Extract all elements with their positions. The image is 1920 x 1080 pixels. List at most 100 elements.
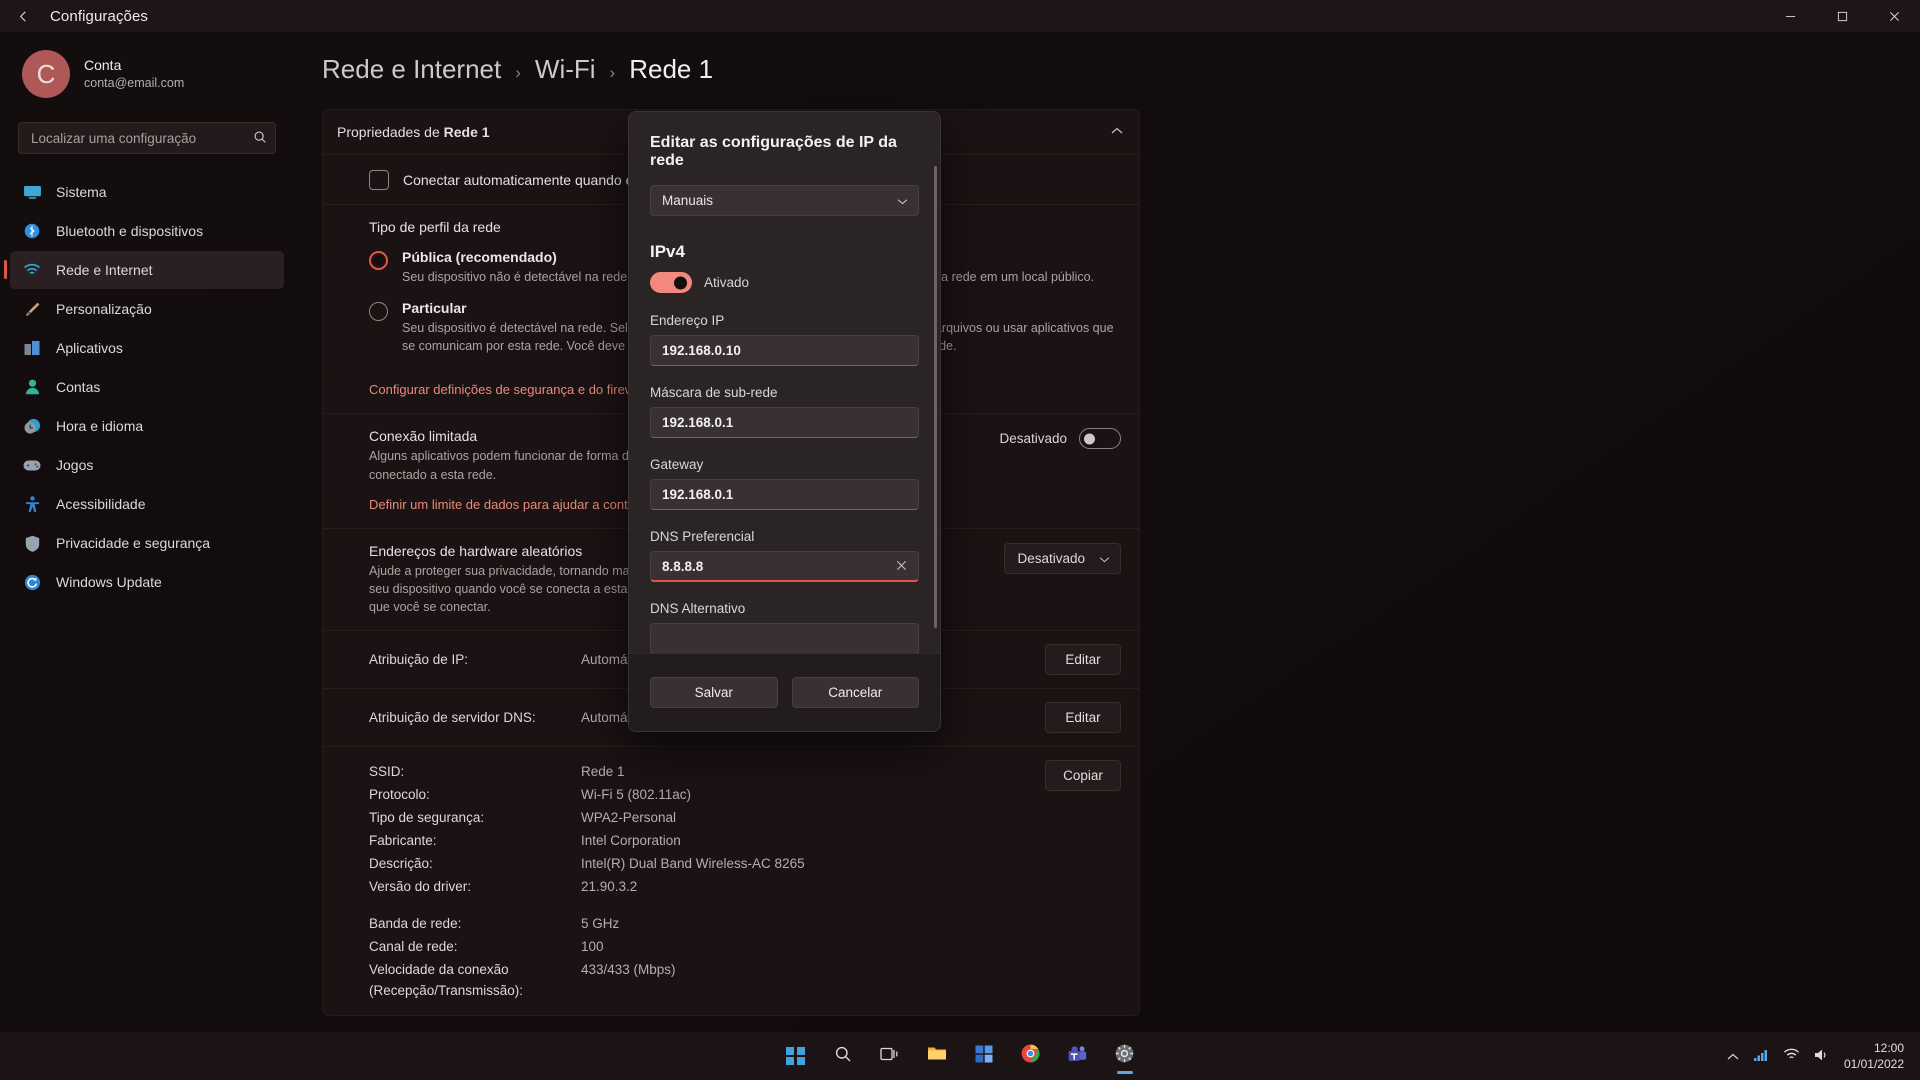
detail-value: Intel Corporation	[581, 833, 681, 848]
sidebar-item-label: Jogos	[56, 457, 94, 473]
sidebar-item-label: Sistema	[56, 184, 107, 200]
account-name: Conta	[84, 57, 122, 74]
radio-public[interactable]	[369, 251, 388, 270]
close-icon[interactable]	[893, 559, 910, 574]
content-area: Rede e Internet › Wi-Fi › Rede 1 Proprie…	[294, 32, 1920, 1048]
search-icon	[834, 1045, 852, 1068]
dialog-scrollbar[interactable]	[934, 166, 937, 628]
detail-value: WPA2-Personal	[581, 810, 677, 825]
update-icon	[22, 572, 42, 592]
metered-toggle-label: Desativado	[999, 431, 1067, 447]
bluetooth-icon	[22, 221, 42, 241]
minimize-button[interactable]	[1764, 0, 1816, 32]
wifi-icon[interactable]	[1783, 1048, 1800, 1064]
edit-dns-assignment-button[interactable]: Editar	[1045, 702, 1121, 733]
avatar: C	[22, 50, 70, 98]
detail-label: Canal de rede:	[369, 939, 458, 954]
ip-mode-select[interactable]: Manuais	[650, 185, 919, 216]
save-button[interactable]: Salvar	[650, 677, 778, 708]
windows-start-icon	[786, 1046, 805, 1066]
dialog-footer: Salvar Cancelar	[629, 653, 940, 731]
detail-row: Fabricante: Intel Corporation	[369, 829, 1045, 852]
sidebar-item-acessibilidade[interactable]: Acessibilidade	[10, 485, 284, 523]
radio-private[interactable]	[369, 302, 388, 322]
sidebar-item-contas[interactable]: Contas	[10, 368, 284, 406]
sidebar-item-jogos[interactable]: Jogos	[10, 446, 284, 484]
close-button[interactable]	[1868, 0, 1920, 32]
random-hardware-select-value: Desativado	[1017, 550, 1085, 566]
sidebar-item-label: Rede e Internet	[56, 262, 153, 278]
breadcrumb-wifi[interactable]: Wi-Fi	[535, 54, 596, 85]
taskbar: 12:00 01/01/2022	[0, 1032, 1920, 1080]
ipv4-toggle[interactable]	[650, 272, 692, 293]
sidebar-item-rede-e-internet[interactable]: Rede e Internet	[4, 251, 284, 289]
copy-details-button[interactable]: Copiar	[1045, 760, 1121, 791]
label-m-scara-de-sub-rede: Máscara de sub-rede	[650, 385, 778, 400]
random-hardware-select[interactable]: Desativado	[1004, 542, 1121, 574]
input-dns-alternativo[interactable]	[650, 623, 919, 653]
detail-label: Tipo de segurança:	[369, 810, 485, 825]
detail-value: 21.90.3.2	[581, 879, 638, 894]
sidebar-item-hora-e-idioma[interactable]: Hora e idioma	[10, 407, 284, 445]
dialog-body: Editar as configurações de IP da rede Ma…	[629, 112, 940, 653]
file-explorer[interactable]	[917, 1036, 957, 1076]
search-box[interactable]	[18, 122, 276, 154]
task-view[interactable]	[870, 1036, 910, 1076]
detail-label: Velocidade da conexão (Recepção/Transmis…	[369, 962, 524, 998]
firewall-settings-link[interactable]: Configurar definições de segurança e do …	[369, 382, 647, 397]
network-icon[interactable]	[1753, 1048, 1769, 1065]
input-m-scara-de-sub-rede[interactable]: 192.168.0.1	[650, 407, 919, 438]
gamepad-icon	[22, 455, 42, 475]
detail-label: Banda de rede:	[369, 916, 462, 931]
detail-row: Tipo de segurança: WPA2-Personal	[369, 806, 1045, 829]
edit-ip-assignment-button[interactable]: Editar	[1045, 644, 1121, 675]
auto-connect-checkbox[interactable]	[369, 170, 389, 190]
volume-icon[interactable]	[1814, 1048, 1830, 1065]
detail-label: SSID:	[369, 764, 405, 779]
account-block[interactable]: C Conta conta@email.com	[0, 50, 294, 116]
breadcrumb-current: Rede 1	[629, 54, 714, 84]
clock-time: 12:00	[1873, 1040, 1904, 1055]
maximize-button[interactable]	[1816, 0, 1868, 32]
detail-label: Fabricante:	[369, 833, 437, 848]
input-dns-preferencial[interactable]: 8.8.8.8	[650, 551, 919, 582]
detail-row: Velocidade da conexão (Recepção/Transmis…	[369, 958, 1045, 1002]
sidebar-item-privacidade-e-seguran-a[interactable]: Privacidade e segurança	[10, 524, 284, 562]
ip-mode-value: Manuais	[662, 193, 714, 208]
sidebar-item-personaliza-o[interactable]: Personalização	[10, 290, 284, 328]
search-icon	[253, 130, 267, 147]
back-button[interactable]	[0, 0, 46, 32]
sidebar-item-label: Contas	[56, 379, 101, 395]
ip-assignment-label: Atribuição de IP:	[369, 652, 469, 667]
sidebar-item-label: Windows Update	[56, 574, 162, 590]
metered-toggle[interactable]	[1079, 428, 1121, 450]
ipv4-toggle-row[interactable]: Ativado	[650, 272, 919, 293]
taskbar-search[interactable]	[823, 1036, 863, 1076]
sidebar-item-sistema[interactable]: Sistema	[10, 173, 284, 211]
detail-label: Protocolo:	[369, 787, 430, 802]
cancel-button[interactable]: Cancelar	[791, 677, 919, 708]
sidebar-item-windows-update[interactable]: Windows Update	[10, 563, 284, 601]
search-input[interactable]	[31, 130, 253, 146]
chrome[interactable]	[1011, 1036, 1051, 1076]
network-details-row: SSID: Rede 1 Protocolo: Wi-Fi 5 (802.11ac) T…	[323, 746, 1139, 1015]
breadcrumb-root[interactable]: Rede e Internet	[322, 54, 501, 85]
settings[interactable]	[1105, 1036, 1145, 1076]
start-button[interactable]	[776, 1036, 816, 1076]
detail-row: Protocolo: Wi-Fi 5 (802.11ac)	[369, 783, 1045, 806]
value-dns-preferencial: 8.8.8.8	[662, 558, 704, 574]
sidebar-item-aplicativos[interactable]: Aplicativos	[10, 329, 284, 367]
sidebar-item-bluetooth-e-dispositivos[interactable]: Bluetooth e dispositivos	[10, 212, 284, 250]
taskbar-clock[interactable]: 12:00 01/01/2022	[1844, 1040, 1904, 1072]
chevron-up-icon[interactable]	[1111, 126, 1123, 138]
microsoft-store[interactable]	[964, 1036, 1004, 1076]
wifi-icon	[22, 260, 42, 280]
tray-chevron-icon[interactable]	[1727, 1049, 1739, 1064]
input-gateway[interactable]: 192.168.0.1	[650, 479, 919, 510]
teams[interactable]	[1058, 1036, 1098, 1076]
edit-ip-settings-dialog: Editar as configurações de IP da rede Ma…	[628, 111, 941, 732]
detail-row: Canal de rede: 100	[369, 935, 1045, 958]
input-endere-o-ip[interactable]: 192.168.0.10	[650, 335, 919, 366]
value-gateway: 192.168.0.1	[662, 487, 734, 502]
label-endere-o-ip: Endereço IP	[650, 313, 725, 328]
